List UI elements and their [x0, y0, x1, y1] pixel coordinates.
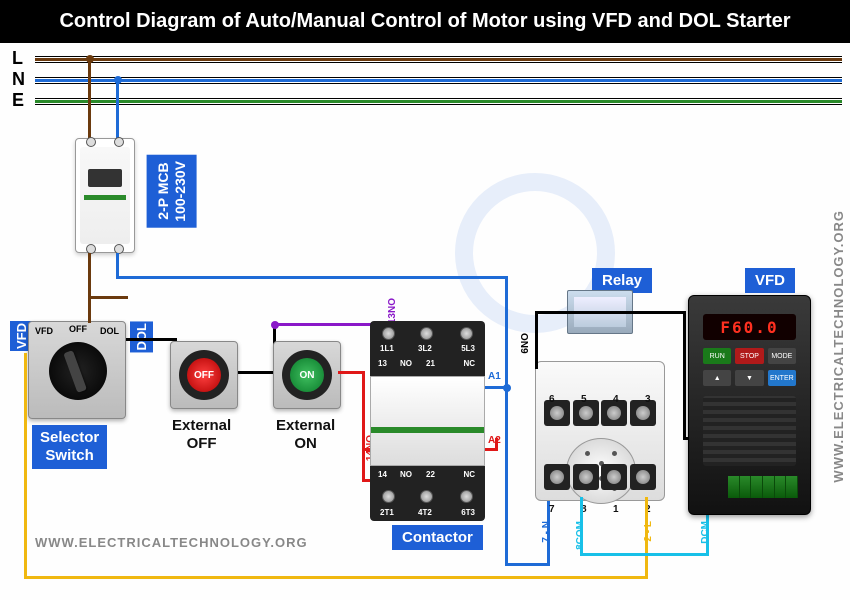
wire-mcb-out-n: [116, 253, 119, 278]
wire-n-a1: [485, 386, 507, 389]
mcb-breaker: [75, 138, 135, 253]
wire-l-mcb: [88, 59, 91, 141]
diagram-area: L N E 2-P MCB100-230V: [0, 43, 850, 598]
rail-n: [35, 79, 842, 82]
wire-l-selector-h: [88, 296, 128, 299]
tag-dcm: DCM: [700, 521, 711, 544]
wire-n-mcb: [116, 80, 119, 141]
vfd-display: F60.0: [703, 314, 796, 340]
relay-socket: 6 5 4 3 7 8 1 2: [535, 326, 665, 501]
wire-yellow-h: [24, 576, 647, 579]
rail-label-l: L: [12, 48, 23, 69]
wire-n-relay7-h: [505, 563, 549, 566]
tag-a2: A2: [488, 435, 501, 446]
tag-a1: A1: [488, 371, 501, 382]
selector-label: SelectorSwitch: [32, 425, 107, 469]
external-on-button: ON: [273, 341, 341, 409]
mcb-label: 2-P MCB100-230V: [147, 155, 197, 228]
rail-label-n: N: [12, 69, 25, 90]
watermark-left: WWW.ELECTRICALTECHNOLOGY.ORG: [35, 535, 308, 550]
title-bar: Control Diagram of Auto/Manual Control o…: [0, 0, 850, 43]
external-off-button: OFF: [170, 341, 238, 409]
wire-yellow-v: [24, 353, 27, 578]
external-off-label: ExternalOFF: [172, 417, 231, 453]
wire-n-down: [505, 388, 508, 566]
rail-label-e: E: [12, 90, 24, 111]
vfd-drive: F60.0 RUN STOP MODE ▲ ▼ ENTER: [688, 295, 811, 515]
external-on-label: ExternalON: [276, 417, 335, 453]
contactor-label: Contactor: [392, 525, 483, 550]
diagram-canvas: Control Diagram of Auto/Manual Control o…: [0, 0, 850, 600]
selector-side-dol: DOL: [130, 321, 153, 352]
wire-n-run: [116, 276, 508, 279]
vfd-label: VFD: [745, 268, 795, 293]
wire-n-drop-a1: [505, 276, 508, 388]
contactor: 1L1 3L2 5L3 13 NO 21 NC 14 NO 22 NC 2T1 …: [370, 321, 485, 521]
rail-e: [35, 100, 842, 103]
rail-l: [35, 58, 842, 61]
tag-pin7: 7 - N: [541, 521, 552, 543]
selector-switch: VFD OFF DOL: [28, 321, 126, 419]
tag-8com: 8COM: [575, 521, 586, 550]
wire-purple-h: [273, 323, 381, 326]
watermark-right: WWW.ELECTRICALTECHNOLOGY.ORG: [831, 210, 846, 483]
tag-pin2: 2 - L: [643, 521, 654, 542]
tag-6no: 6NO: [520, 333, 531, 354]
